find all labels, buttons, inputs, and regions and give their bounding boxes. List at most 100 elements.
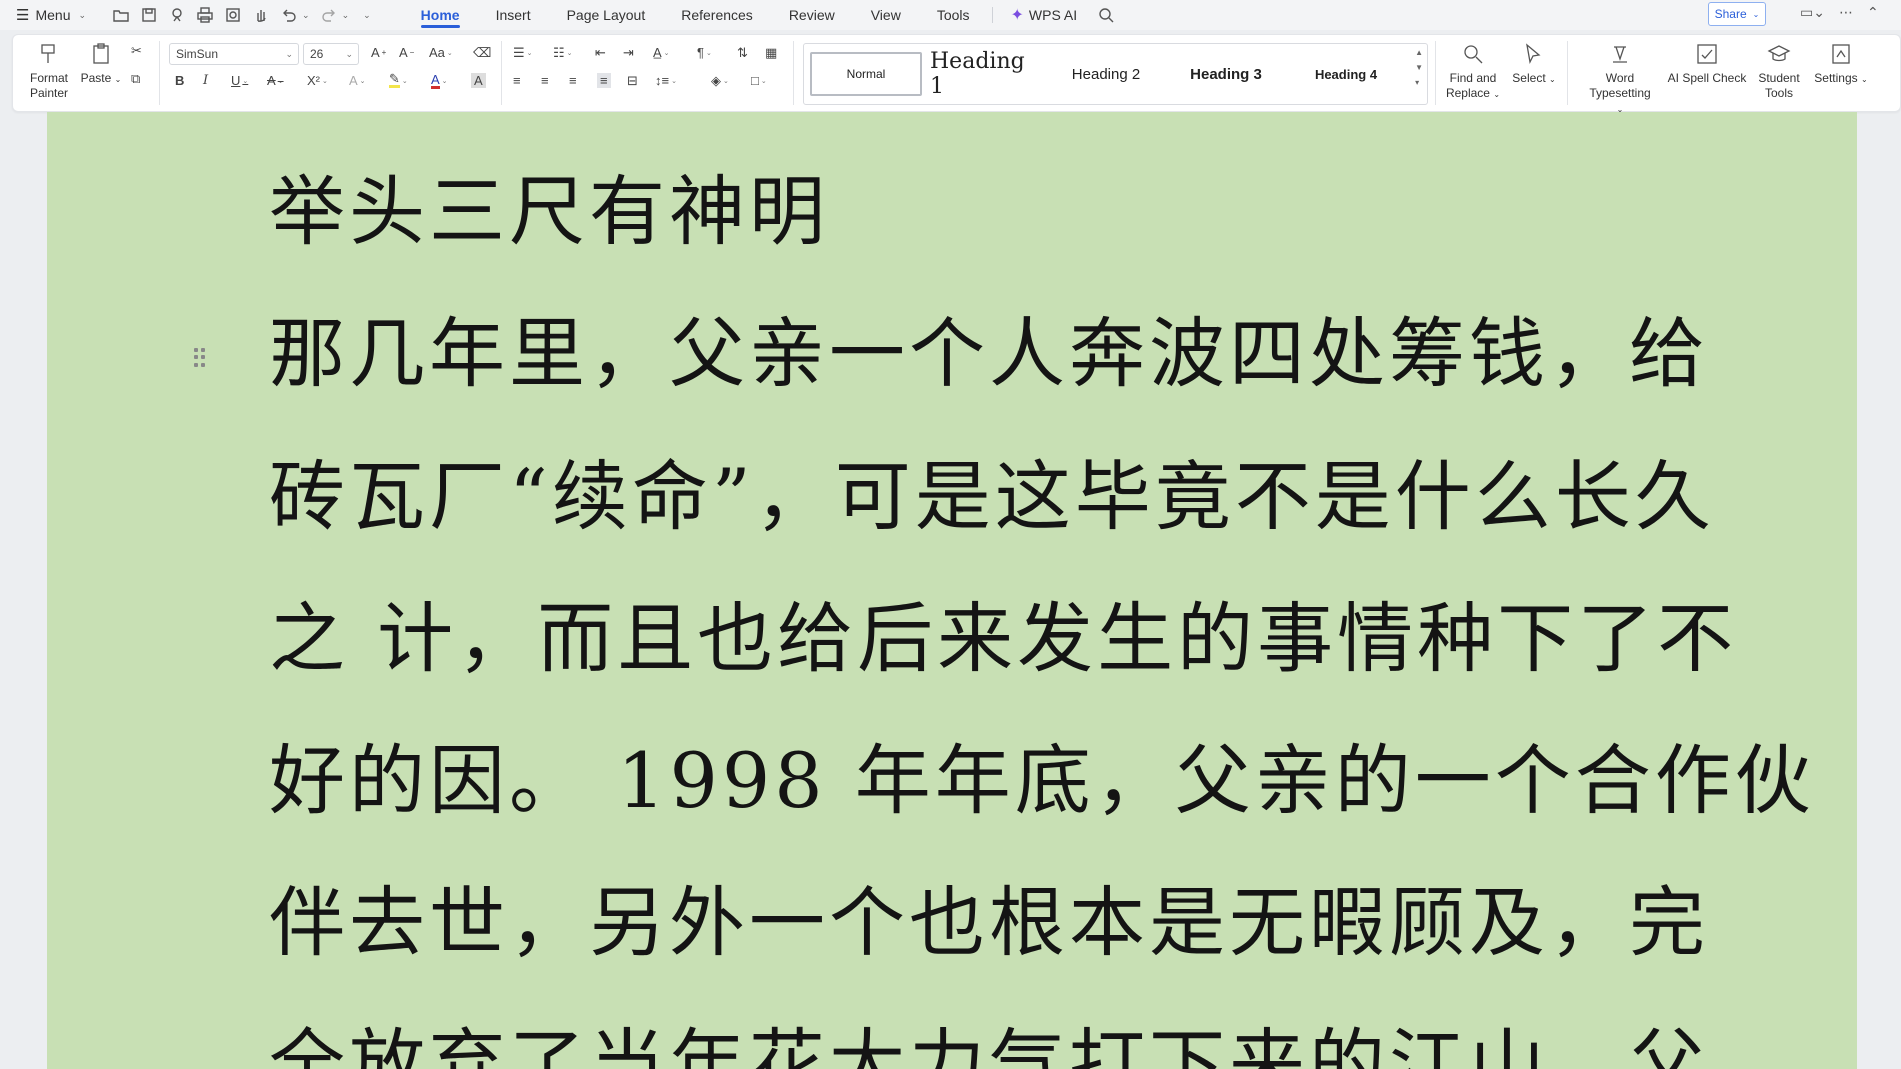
style-heading-2[interactable]: Heading 2	[1050, 52, 1162, 96]
hand-tool-icon[interactable]	[252, 6, 270, 24]
redo-icon[interactable]	[320, 6, 338, 24]
main-menu-button[interactable]: ☰ Menu ⌄	[16, 6, 86, 24]
align-right-icon[interactable]: ≡	[569, 73, 577, 88]
group-divider	[1567, 41, 1568, 105]
distributed-align-icon[interactable]: ⊟	[627, 73, 638, 89]
document-line: 那几年里，父亲一个人奔波四处筹钱，给	[269, 309, 1709, 398]
open-folder-icon[interactable]	[112, 6, 130, 24]
select-button[interactable]: Select ⌄	[1507, 41, 1561, 87]
graduation-cap-icon	[1766, 41, 1792, 67]
numbered-list-icon[interactable]: ☷ ⌄	[553, 45, 573, 61]
font-size-value: 26	[310, 47, 324, 61]
borders-icon[interactable]: □ ⌄	[751, 73, 767, 88]
expand-gallery-icon[interactable]: ▾	[1415, 78, 1423, 87]
style-heading-4[interactable]: Heading 4	[1290, 52, 1402, 96]
document-line: 全放弃了当年花大力气打下来的江山，父	[269, 1020, 1709, 1069]
magnifier-icon	[1460, 41, 1486, 67]
style-heading-3[interactable]: Heading 3	[1170, 52, 1282, 96]
tab-references[interactable]: References	[663, 0, 771, 30]
select-label: Select ⌄	[1512, 71, 1556, 85]
text-effects-icon[interactable]: A ⌄	[349, 73, 366, 88]
tab-tools[interactable]: Tools	[919, 0, 988, 30]
align-center-icon[interactable]: ≡	[541, 73, 549, 88]
font-name-value: SimSun	[176, 47, 219, 61]
word-typesetting-label: Word Typesetting ⌄	[1589, 71, 1651, 114]
table-grid-icon[interactable]: ▦	[765, 45, 777, 61]
document-area: 举头三尺有神明 那几年里，父亲一个人奔波四处筹钱，给 砖瓦厂“续命”，可是这毕竟…	[0, 112, 1901, 1069]
print-icon[interactable]	[196, 6, 214, 24]
tab-insert[interactable]: Insert	[478, 0, 549, 30]
tab-review[interactable]: Review	[771, 0, 853, 30]
undo-icon[interactable]	[280, 6, 298, 24]
highlight-color-icon[interactable]: ✎ ⌄	[389, 72, 408, 88]
sort-icon[interactable]: ⇅	[737, 45, 748, 61]
format-painter-button[interactable]: Format Painter	[25, 41, 73, 101]
main-menu-label: Menu	[35, 7, 71, 23]
shrink-font-icon[interactable]: A −	[399, 45, 414, 60]
wps-ai-button[interactable]: ✦ WPS AI	[997, 5, 1092, 25]
underline-icon[interactable]: U ⌄	[231, 73, 248, 88]
tab-view[interactable]: View	[853, 0, 919, 30]
font-size-select[interactable]: 26 ⌄	[303, 43, 359, 65]
ribbon-toolbar: Format Painter Paste ⌄ ✂ ⧉ SimSun ⌄ 26 ⌄…	[12, 34, 1901, 114]
more-options-icon[interactable]: ⋯	[1839, 4, 1853, 21]
style-heading-1[interactable]: Heading 1	[930, 49, 1042, 99]
align-left-icon[interactable]: ≡	[513, 73, 521, 88]
change-case-icon[interactable]: Aa ⌄	[429, 45, 453, 60]
customize-toolbar-icon[interactable]: ⌄	[363, 10, 371, 21]
paste-button[interactable]: Paste ⌄	[79, 41, 123, 87]
find-replace-button[interactable]: Find and Replace ⌄	[1443, 41, 1503, 102]
settings-button[interactable]: Settings ⌄	[1809, 41, 1873, 87]
paragraph-mark-icon[interactable]: ¶ ⌄	[697, 45, 712, 60]
redo-dropdown-icon[interactable]: ⌄	[342, 10, 350, 21]
collapse-ribbon-icon[interactable]: ⌃	[1867, 4, 1879, 21]
shading-icon[interactable]: ◈ ⌄	[711, 73, 729, 89]
superscript-icon[interactable]: X² ⌄	[307, 73, 328, 88]
copy-icon[interactable]: ⧉	[131, 71, 140, 87]
ai-spell-check-label: AI Spell Check	[1667, 71, 1747, 85]
document-line: 好的因。 1998 年年底，父亲的一个合作伙	[269, 736, 1815, 825]
comment-icon[interactable]: ▭⌄	[1800, 4, 1825, 21]
clear-formatting-icon[interactable]: ⌫	[473, 45, 491, 61]
chinese-layout-icon[interactable]: A̲ ⌄	[653, 45, 670, 60]
word-typesetting-button[interactable]: Word Typesetting ⌄	[1575, 41, 1665, 117]
font-name-select[interactable]: SimSun ⌄	[169, 43, 299, 65]
ribbon-tabs: Home Insert Page Layout References Revie…	[403, 0, 1115, 30]
line-spacing-icon[interactable]: ↕≡ ⌄	[655, 73, 677, 88]
document-page[interactable]: 举头三尺有神明 那几年里，父亲一个人奔波四处筹钱，给 砖瓦厂“续命”，可是这毕竟…	[47, 112, 1857, 1069]
style-normal[interactable]: Normal	[810, 52, 922, 96]
character-shading-icon[interactable]: A	[471, 73, 486, 88]
typesetting-icon	[1607, 41, 1633, 67]
menu-bar: ☰ Menu ⌄ ⌄ ⌄ ⌄ Home Insert Page Layout R…	[0, 0, 1901, 30]
wps-ai-label: WPS AI	[1028, 7, 1078, 23]
italic-icon[interactable]: I	[203, 73, 208, 88]
ai-spell-check-button[interactable]: AI Spell Check	[1665, 41, 1749, 86]
font-color-icon[interactable]: A ⌄	[431, 73, 448, 89]
grow-font-icon[interactable]: A +	[371, 45, 386, 60]
document-line: 伴去世，另外一个也根本是无暇顾及，完	[269, 878, 1709, 967]
export-pdf-icon[interactable]	[168, 6, 186, 24]
bullet-list-icon[interactable]: ☰ ⌄	[513, 45, 533, 61]
student-tools-button[interactable]: Student Tools	[1751, 41, 1807, 101]
bold-icon[interactable]: B	[175, 73, 184, 88]
justify-icon[interactable]: ≡	[597, 73, 611, 88]
search-icon[interactable]	[1097, 6, 1115, 24]
decrease-indent-icon[interactable]: ⇤	[595, 45, 606, 61]
tab-page-layout[interactable]: Page Layout	[549, 0, 664, 30]
scroll-up-icon[interactable]: ▲	[1415, 48, 1423, 57]
share-button[interactable]: Share ⌄	[1708, 2, 1766, 26]
save-icon[interactable]	[140, 6, 158, 24]
find-replace-label: Find and Replace ⌄	[1445, 71, 1501, 100]
tab-home[interactable]: Home	[403, 0, 478, 30]
cut-icon[interactable]: ✂	[131, 43, 142, 59]
group-divider	[793, 41, 794, 105]
print-preview-icon[interactable]	[224, 6, 242, 24]
styles-gallery: Normal Heading 1 Heading 2 Heading 3 Hea…	[803, 43, 1428, 105]
document-title: 举头三尺有神明	[269, 167, 829, 256]
document-line: 砖瓦厂“续命”，可是这毕竟不是什么长久	[269, 452, 1715, 541]
undo-dropdown-icon[interactable]: ⌄	[302, 10, 310, 21]
paragraph-drag-handle-icon[interactable]	[194, 348, 208, 368]
strikethrough-icon[interactable]: A ⌄	[267, 73, 284, 88]
increase-indent-icon[interactable]: ⇥	[623, 45, 634, 61]
scroll-down-icon[interactable]: ▼	[1415, 63, 1423, 72]
